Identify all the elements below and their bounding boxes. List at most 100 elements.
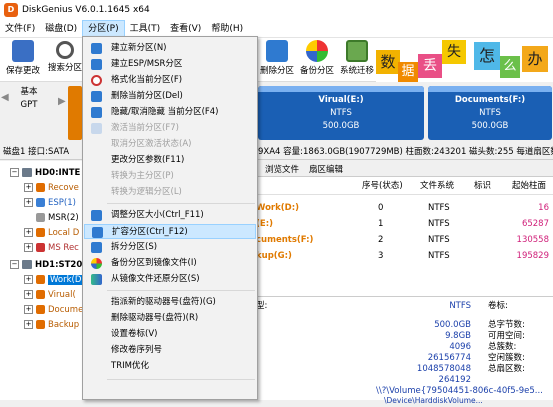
menu-item-volume-serial[interactable]: 修改卷序列号 bbox=[84, 343, 256, 358]
expand-icon[interactable]: + bbox=[24, 243, 33, 252]
restore-icon bbox=[91, 274, 102, 285]
partition-icon bbox=[36, 198, 45, 207]
new-partition-icon bbox=[91, 43, 102, 54]
menu-item-label: 隐藏/取消隐藏 当前分区(F4) bbox=[111, 107, 219, 117]
partition-block-virual[interactable]: Virual(E:) NTFS 500.0GB bbox=[258, 86, 424, 140]
collapse-icon[interactable]: − bbox=[10, 168, 19, 177]
menu-help[interactable]: 帮助(H) bbox=[206, 20, 248, 38]
menu-item-activate[interactable]: 激活当前分区(F7) bbox=[84, 121, 256, 136]
menu-item-remove-letter[interactable]: 删除驱动器号(盘符)(R) bbox=[84, 311, 256, 326]
tab-browse-files[interactable]: 浏览文件 bbox=[260, 163, 304, 177]
tree-partition-label: Recove bbox=[48, 183, 79, 193]
tree-partition-label: Docume bbox=[48, 305, 84, 315]
menu-item-restore-image[interactable]: 从镜像文件还原分区(S) bbox=[84, 272, 256, 287]
partition-size: 500.0GB bbox=[322, 121, 360, 131]
detail-value: \\?\Volume{79504451-806c-40f5-9e5... bbox=[376, 386, 543, 396]
esp-icon bbox=[91, 59, 102, 70]
partition-menu-dropdown: 建立新分区(N) 建立ESP/MSR分区 格式化当前分区(F) 删除当前分区(D… bbox=[82, 36, 258, 400]
disk-type-label: 基本 GPT bbox=[6, 86, 52, 112]
menu-separator bbox=[107, 290, 255, 291]
tree-partition-label: ESP(1) bbox=[48, 198, 76, 208]
row-start: 130558 bbox=[516, 235, 549, 245]
system-migration-button[interactable]: 系统迁移 bbox=[334, 38, 380, 82]
tree-partition[interactable]: + Virual( bbox=[24, 288, 76, 302]
menu-file[interactable]: 文件(F) bbox=[0, 20, 40, 38]
save-icon bbox=[12, 40, 34, 62]
menu-item-format[interactable]: 格式化当前分区(F) bbox=[84, 73, 256, 88]
partition-icon bbox=[36, 243, 45, 252]
menu-item-change-params[interactable]: 更改分区参数(F11) bbox=[84, 153, 256, 168]
menu-item-label: 设置卷标(V) bbox=[111, 329, 158, 339]
partition-fs: NTFS bbox=[330, 108, 352, 118]
tree-partition[interactable]: + Recove bbox=[24, 181, 79, 195]
expand-icon[interactable]: + bbox=[24, 305, 33, 314]
tree-disk-0[interactable]: − HD0:INTE bbox=[10, 166, 80, 180]
banner-char: 数 bbox=[376, 50, 400, 74]
menu-partition[interactable]: 分区(P) bbox=[82, 19, 125, 38]
menu-item-label: 转换为主分区(P) bbox=[111, 171, 174, 181]
tree-partition[interactable]: MSR(2) bbox=[36, 211, 79, 225]
menu-item-assign-letter[interactable]: 指派新的驱动器号(盘符)(G) bbox=[84, 295, 256, 310]
format-icon bbox=[91, 75, 102, 86]
col-id[interactable]: 标识 bbox=[474, 178, 491, 195]
partition-icon bbox=[36, 320, 45, 329]
expand-icon[interactable]: + bbox=[24, 290, 33, 299]
menu-item-backup-image[interactable]: 备份分区到镜像文件(I) bbox=[84, 256, 256, 271]
menu-item-label: 更改分区参数(F11) bbox=[111, 155, 185, 165]
menu-tools[interactable]: 工具(T) bbox=[125, 20, 166, 38]
row-index: 1 bbox=[378, 219, 384, 229]
menu-item-hide[interactable]: 隐藏/取消隐藏 当前分区(F4) bbox=[84, 105, 256, 120]
menu-item-label: 修改卷序列号 bbox=[111, 345, 163, 355]
expand-icon[interactable]: + bbox=[24, 228, 33, 237]
partition-fs: NTFS bbox=[479, 108, 501, 118]
menu-view[interactable]: 查看(V) bbox=[165, 20, 206, 38]
search-icon bbox=[56, 41, 74, 59]
menu-item-delete[interactable]: 删除当前分区(Del) bbox=[84, 89, 256, 104]
menu-disk[interactable]: 磁盘(D) bbox=[40, 20, 82, 38]
menu-item-label: 格式化当前分区(F) bbox=[111, 75, 183, 85]
expand-icon[interactable]: + bbox=[24, 275, 33, 284]
collapse-icon[interactable]: − bbox=[10, 260, 19, 269]
tab-sector-edit[interactable]: 扇区编辑 bbox=[304, 163, 348, 177]
menu-item-resize[interactable]: 调整分区大小(Ctrl_F11) bbox=[84, 208, 256, 223]
menu-item-label: 删除当前分区(Del) bbox=[111, 91, 183, 101]
tree-partition[interactable]: + Docume bbox=[24, 303, 83, 317]
tree-partition-label: Virual( bbox=[48, 290, 76, 300]
col-index[interactable]: 序号(状态) bbox=[362, 178, 403, 195]
tree-partition-label: MSR(2) bbox=[48, 213, 79, 223]
delete-partition-icon bbox=[266, 40, 288, 62]
menu-item-to-primary[interactable]: 转换为主分区(P) bbox=[84, 169, 256, 184]
tree-partition[interactable]: + MS Rec bbox=[24, 241, 79, 255]
menu-item-to-logical[interactable]: 转换为逻辑分区(L) bbox=[84, 185, 256, 200]
tree-disk-1[interactable]: − HD1:ST200 bbox=[10, 258, 88, 272]
detail-label: 空闲簇数: bbox=[488, 353, 525, 363]
tree-partition[interactable]: + ESP(1) bbox=[24, 196, 76, 210]
expand-icon[interactable]: + bbox=[24, 198, 33, 207]
menu-item-new-partition[interactable]: 建立新分区(N) bbox=[84, 41, 256, 56]
menu-item-trim[interactable]: TRIM优化 bbox=[84, 359, 256, 374]
menu-item-set-label[interactable]: 设置卷标(V) bbox=[84, 327, 256, 342]
prev-disk-arrow-icon[interactable]: ◀ bbox=[1, 92, 9, 103]
tree-partition-selected[interactable]: + Work(D bbox=[24, 273, 84, 287]
tree-partition[interactable]: + Local D bbox=[24, 226, 79, 240]
partition-block-work[interactable] bbox=[68, 86, 82, 140]
tree-disk-label: HD1:ST200 bbox=[35, 260, 89, 270]
ad-banner[interactable]: 数 据 丢 失 怎 么 办 bbox=[376, 38, 553, 82]
menu-item-deactivate[interactable]: 取消分区激活状态(A) bbox=[84, 137, 256, 152]
col-filesystem[interactable]: 文件系统 bbox=[420, 178, 454, 195]
tree-partition[interactable]: + Backup bbox=[24, 318, 79, 332]
next-disk-arrow-icon[interactable]: ▶ bbox=[58, 96, 66, 107]
expand-icon[interactable]: + bbox=[24, 183, 33, 192]
app-icon: D bbox=[4, 3, 18, 17]
col-start-cylinder[interactable]: 起始柱面 bbox=[512, 178, 546, 195]
menu-item-split[interactable]: 拆分分区(S) bbox=[84, 240, 256, 255]
menu-item-label: 拆分分区(S) bbox=[111, 242, 158, 252]
menu-item-esp-msr[interactable]: 建立ESP/MSR分区 bbox=[84, 57, 256, 72]
expand-icon[interactable]: + bbox=[24, 320, 33, 329]
partition-block-documents[interactable]: Documents(F:) NTFS 500.0GB bbox=[428, 86, 552, 140]
menu-item-extend[interactable]: 扩容分区(Ctrl_F12) bbox=[84, 224, 256, 239]
row-fs: NTFS bbox=[428, 235, 450, 245]
menu-separator bbox=[107, 203, 255, 204]
save-changes-button[interactable]: 保存更改 bbox=[0, 38, 46, 82]
detail-label: 可用空间: bbox=[488, 331, 525, 341]
